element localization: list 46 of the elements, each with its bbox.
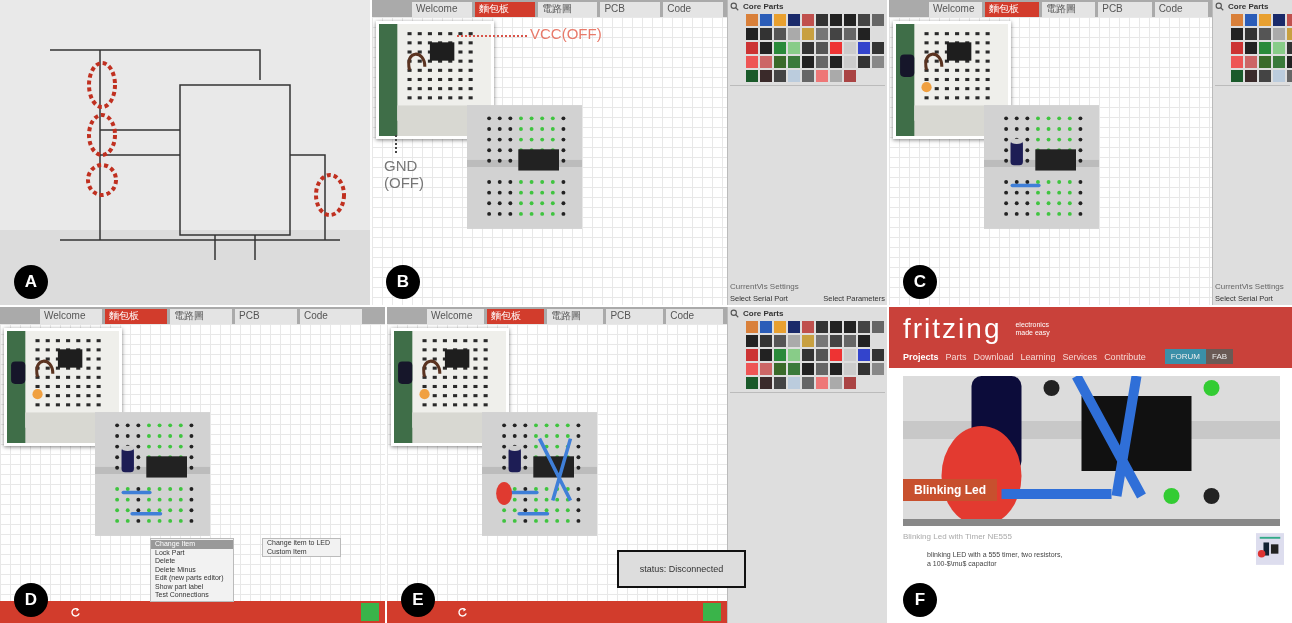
panel-label: F bbox=[903, 583, 937, 617]
status-text: status: Disconnected bbox=[639, 564, 724, 574]
search-icon[interactable] bbox=[730, 309, 739, 318]
leader-line bbox=[457, 34, 527, 38]
annotation-label: GND (OFF) bbox=[384, 157, 424, 191]
fab-button[interactable]: FAB bbox=[1206, 349, 1234, 364]
tab[interactable]: 電路圖 bbox=[170, 309, 232, 324]
tab[interactable]: 麵包板 bbox=[486, 309, 544, 324]
bin-title: Core Parts bbox=[743, 2, 784, 11]
nav-link[interactable]: Download bbox=[973, 351, 1014, 362]
nav-link[interactable]: Services bbox=[1062, 351, 1098, 362]
tab[interactable]: Welcome bbox=[427, 309, 484, 324]
tab[interactable]: 電路圖 bbox=[537, 2, 598, 17]
rotate-icon[interactable] bbox=[457, 606, 468, 618]
nav-link[interactable]: Contribute bbox=[1104, 351, 1146, 362]
settings-title: CurrentVis Settings bbox=[730, 282, 800, 291]
nav-link[interactable]: Projects bbox=[903, 351, 939, 362]
tab[interactable]: Welcome bbox=[40, 309, 102, 324]
tab[interactable]: Code bbox=[666, 309, 723, 324]
search-icon[interactable] bbox=[1215, 2, 1224, 11]
site-logo[interactable]: fritzing bbox=[903, 313, 1002, 345]
tab[interactable]: 麵包板 bbox=[105, 309, 167, 324]
tab[interactable]: Code bbox=[663, 2, 723, 17]
settings-title: CurrentVis Settings bbox=[1215, 282, 1285, 291]
tab[interactable]: PCB bbox=[235, 309, 297, 324]
tab[interactable]: 麵包板 bbox=[474, 2, 535, 17]
bin-title: Core Parts bbox=[743, 309, 784, 318]
forum-button[interactable]: FORUM bbox=[1164, 349, 1206, 364]
tab[interactable]: Code bbox=[300, 309, 362, 324]
tab[interactable]: 電路圖 bbox=[546, 309, 604, 324]
tab[interactable]: 麵包板 bbox=[985, 2, 1039, 17]
annotation-label: VCC(OFF) bbox=[530, 25, 602, 42]
search-icon[interactable] bbox=[730, 2, 739, 11]
tab[interactable]: PCB bbox=[1098, 2, 1152, 17]
tab[interactable]: PCB bbox=[606, 309, 664, 324]
nav-link[interactable]: Parts bbox=[945, 351, 967, 362]
project-banner: Blinking Led bbox=[903, 479, 997, 501]
bin-title: Core Parts bbox=[1228, 2, 1269, 11]
tab[interactable]: Welcome bbox=[929, 2, 983, 17]
rotate-icon[interactable] bbox=[70, 606, 81, 618]
tab[interactable]: 電路圖 bbox=[1041, 2, 1096, 17]
leader-line bbox=[394, 135, 398, 155]
tab[interactable]: Code bbox=[1154, 2, 1209, 17]
tab[interactable]: PCB bbox=[600, 2, 661, 17]
nav-link[interactable]: Learning bbox=[1020, 351, 1056, 362]
tab[interactable]: Welcome bbox=[412, 2, 472, 17]
